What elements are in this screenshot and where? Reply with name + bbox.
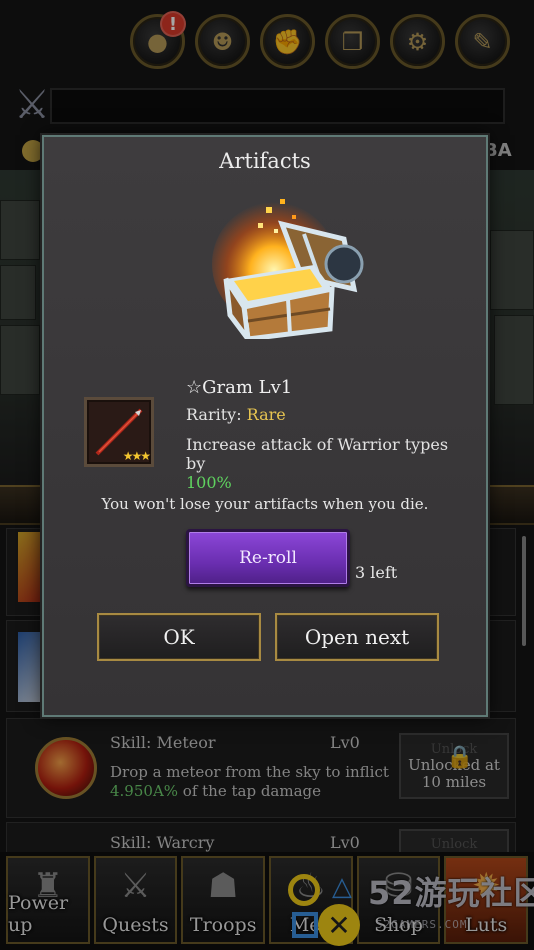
reroll-button[interactable]: Re-roll [186,529,350,587]
death-note: You won't lose your artifacts when you d… [101,495,429,513]
rarity-stars: ★★★ [122,449,151,463]
treasure-chest-icon [212,199,364,339]
artifact-name: ☆Gram Lv1 [186,377,293,398]
ok-button[interactable]: OK [97,613,261,661]
open-next-button[interactable]: Open next [275,613,439,661]
rarity-line: Rarity: Rare [186,405,286,424]
reroll-remaining: 3 left [355,563,398,582]
dialog-title: Artifacts [219,149,311,173]
effect-value: 100% [186,473,232,492]
artifact-gram-icon[interactable]: ★★★ [84,397,154,467]
effect-description: Increase attack of Warrior types by [186,435,449,473]
artifact-dialog: Artifacts ★★★ ☆Gram Lv1 Rarity: Rare Inc… [42,135,488,717]
rarity-value: Rare [246,405,286,424]
rarity-label: Rarity: [186,405,242,424]
artifact-effect: Increase attack of Warrior types by 100% [186,435,456,492]
